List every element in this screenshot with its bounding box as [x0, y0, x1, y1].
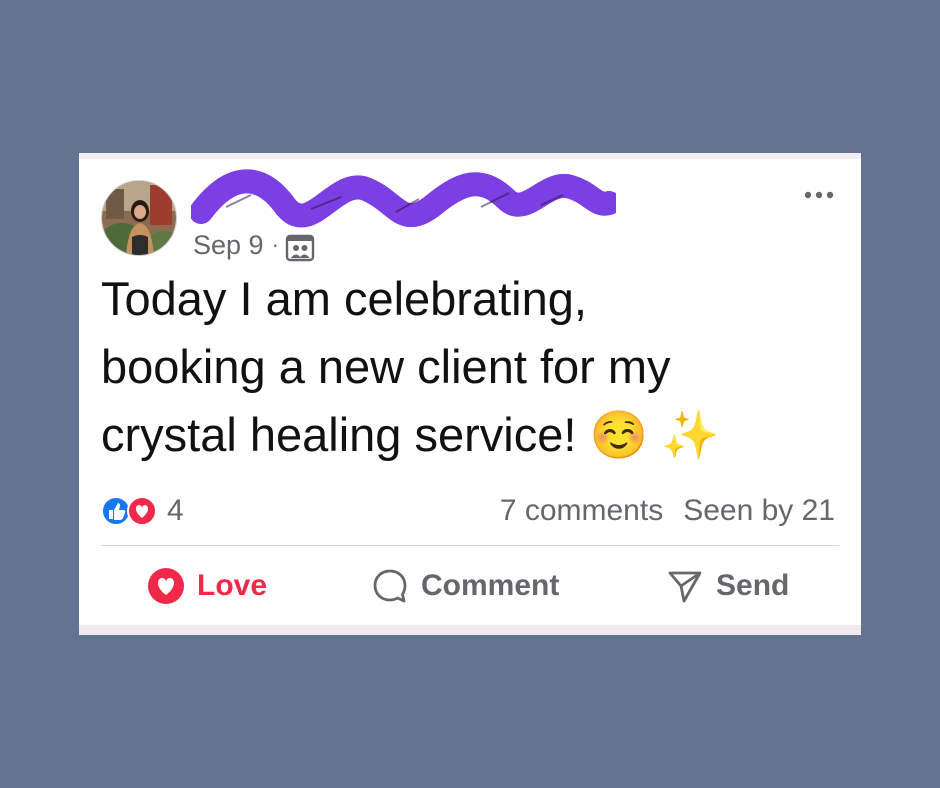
reaction-summary[interactable]: 4	[101, 491, 184, 531]
comment-bubble-icon	[373, 569, 407, 603]
post-text-line: crystal healing service! ☺️ ✨	[101, 408, 720, 461]
post-text-line: booking a new client for my	[101, 340, 671, 393]
send-icon	[668, 571, 702, 603]
author-avatar[interactable]	[101, 180, 177, 256]
more-options-icon[interactable]	[803, 187, 835, 203]
love-reaction-icon	[127, 496, 157, 526]
reaction-count: 4	[167, 494, 184, 527]
love-label: Love	[197, 569, 268, 602]
post-date[interactable]: Sep 9	[193, 230, 264, 261]
comments-count[interactable]: 7 comments	[500, 494, 663, 528]
seen-by-count[interactable]: Seen by 21	[683, 494, 835, 528]
divider	[101, 545, 839, 546]
send-button[interactable]: Send	[666, 563, 789, 609]
send-label: Send	[716, 569, 790, 602]
bottom-strip	[79, 625, 861, 635]
post-body: Today I am celebrating, booking a new cl…	[101, 265, 841, 469]
post-meta: Sep 9 ·	[193, 227, 315, 263]
love-button[interactable]: Love	[147, 563, 267, 609]
group-audience-icon	[285, 234, 315, 262]
top-strip	[79, 153, 861, 159]
comment-label: Comment	[421, 569, 560, 602]
post-text-line: Today I am celebrating,	[101, 272, 587, 325]
comment-button[interactable]: Comment	[371, 563, 559, 609]
post-card: Sep 9 · Today I am celebrating, booking …	[79, 153, 861, 635]
heart-icon	[148, 568, 184, 604]
post-stats: 7 comments Seen by 21	[500, 491, 835, 531]
meta-separator: ·	[271, 232, 279, 257]
avatar-photo	[102, 181, 176, 255]
